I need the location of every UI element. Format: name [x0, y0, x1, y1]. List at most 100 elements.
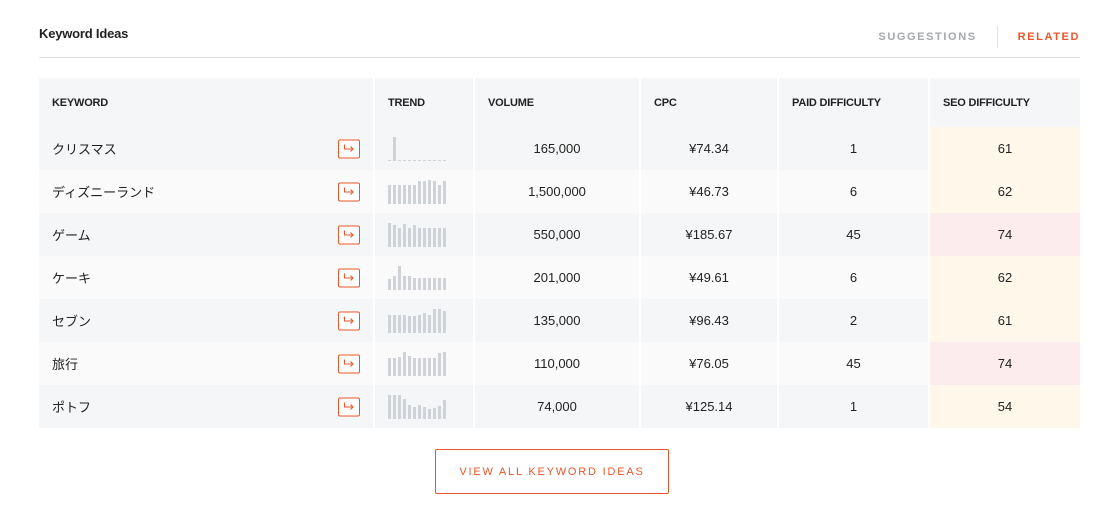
trend-bar: [443, 399, 446, 419]
trend-bar: [423, 312, 426, 333]
paid-difficulty-cell: 1: [778, 127, 930, 170]
table-row: 旅行 110,000 ¥76.05 45 74: [39, 342, 1080, 385]
arrow-return-right-icon[interactable]: [338, 139, 360, 158]
trend-bar: [388, 357, 391, 376]
trend-bar: [428, 277, 431, 290]
column-header-keyword[interactable]: KEYWORD: [39, 78, 375, 127]
trend-bar: [418, 277, 421, 290]
trend-cell: [374, 342, 475, 385]
keyword-cell: ケーキ: [39, 256, 375, 299]
trend-bar: [388, 222, 391, 247]
arrow-return-right-icon[interactable]: [338, 354, 360, 373]
trend-bar: [393, 314, 396, 333]
cpc-cell: ¥96.43: [640, 299, 779, 342]
volume-cell: 165,000: [474, 127, 641, 170]
trend-bar: [438, 405, 441, 419]
column-header-paid-difficulty[interactable]: PAID DIFFICULTY: [778, 78, 930, 127]
trend-bar: [443, 227, 446, 247]
cpc-cell: ¥125.14: [640, 385, 779, 428]
seo-difficulty-cell: 74: [929, 342, 1080, 385]
keyword-cell: クリスマス: [39, 127, 375, 170]
volume-cell: 74,000: [474, 385, 641, 428]
trend-sparkline: [388, 265, 473, 290]
trend-bar: [403, 223, 406, 247]
trend-bar: [413, 315, 416, 333]
arrow-return-right-icon[interactable]: [338, 311, 360, 330]
trend-bar: [393, 275, 396, 290]
table-row: セブン 135,000 ¥96.43 2 61: [39, 299, 1080, 342]
trend-bar: [423, 406, 426, 419]
volume-cell: 110,000: [474, 342, 641, 385]
keyword-text[interactable]: ポトフ: [52, 401, 91, 416]
trend-bar: [393, 357, 396, 376]
trend-bar: [403, 184, 406, 204]
arrow-return-right-icon[interactable]: [338, 182, 360, 201]
trend-bar: [443, 159, 446, 161]
trend-bar: [438, 308, 441, 333]
trend-bar: [408, 184, 411, 204]
tab-suggestions[interactable]: SUGGESTIONS: [878, 31, 976, 43]
trend-bar: [443, 351, 446, 376]
keyword-text[interactable]: ケーキ: [52, 272, 91, 287]
trend-bar: [393, 224, 396, 247]
keyword-text[interactable]: ディズニーランド: [52, 186, 155, 201]
tab-related[interactable]: RELATED: [1018, 31, 1080, 43]
trend-bar: [398, 184, 401, 204]
trend-bar: [413, 277, 416, 290]
trend-bar: [403, 159, 406, 161]
keyword-text[interactable]: 旅行: [52, 358, 78, 373]
table-header-row: KEYWORD TREND VOLUME CPC PAID DIFFICULTY…: [39, 78, 1080, 127]
trend-bar: [433, 159, 436, 161]
paid-difficulty-cell: 6: [778, 256, 930, 299]
seo-difficulty-cell: 74: [929, 213, 1080, 256]
trend-bar: [428, 314, 431, 333]
column-header-seo-difficulty[interactable]: SEO DIFFICULTY: [929, 78, 1080, 127]
trend-sparkline: [388, 222, 473, 247]
trend-bar: [408, 404, 411, 419]
trend-bar: [418, 180, 421, 204]
tab-bar: SUGGESTIONS RELATED: [878, 26, 1080, 48]
keyword-text[interactable]: セブン: [52, 315, 91, 330]
trend-bar: [413, 184, 416, 204]
cpc-cell: ¥46.73: [640, 170, 779, 213]
column-header-cpc[interactable]: CPC: [640, 78, 779, 127]
trend-bar: [408, 227, 411, 247]
trend-sparkline: [388, 351, 473, 376]
trend-bar: [398, 314, 401, 333]
trend-bar: [388, 184, 391, 204]
table-row: ポトフ 74,000 ¥125.14 1 54: [39, 385, 1080, 428]
trend-bar: [428, 408, 431, 419]
cpc-cell: ¥185.67: [640, 213, 779, 256]
trend-bar: [443, 310, 446, 333]
trend-bar: [398, 227, 401, 247]
panel-title: Keyword Ideas: [39, 26, 129, 41]
trend-bar: [403, 351, 406, 376]
keyword-ideas-panel: Keyword Ideas SUGGESTIONS RELATED KEYWOR…: [39, 0, 1080, 494]
view-all-keyword-ideas-button[interactable]: VIEW ALL KEYWORD IDEAS: [435, 449, 669, 494]
cpc-cell: ¥49.61: [640, 256, 779, 299]
arrow-return-right-icon[interactable]: [338, 397, 360, 416]
table-row: ケーキ 201,000 ¥49.61 6 62: [39, 256, 1080, 299]
trend-cell: [374, 213, 475, 256]
arrow-return-right-icon[interactable]: [338, 268, 360, 287]
trend-bar: [428, 159, 431, 161]
trend-bar: [388, 314, 391, 333]
seo-difficulty-cell: 62: [929, 170, 1080, 213]
arrow-return-right-icon[interactable]: [338, 225, 360, 244]
trend-sparkline: [388, 394, 473, 419]
trend-sparkline: [388, 136, 473, 161]
cpc-cell: ¥76.05: [640, 342, 779, 385]
trend-cell: [374, 385, 475, 428]
keyword-text[interactable]: クリスマス: [52, 143, 117, 158]
paid-difficulty-cell: 1: [778, 385, 930, 428]
trend-bar: [408, 355, 411, 376]
trend-bar: [438, 159, 441, 161]
volume-cell: 135,000: [474, 299, 641, 342]
trend-bar: [428, 179, 431, 204]
column-header-trend[interactable]: TREND: [374, 78, 475, 127]
trend-bar: [438, 277, 441, 290]
paid-difficulty-cell: 45: [778, 342, 930, 385]
keyword-table: KEYWORD TREND VOLUME CPC PAID DIFFICULTY…: [39, 78, 1080, 428]
keyword-text[interactable]: ゲーム: [52, 229, 91, 244]
column-header-volume[interactable]: VOLUME: [474, 78, 641, 127]
